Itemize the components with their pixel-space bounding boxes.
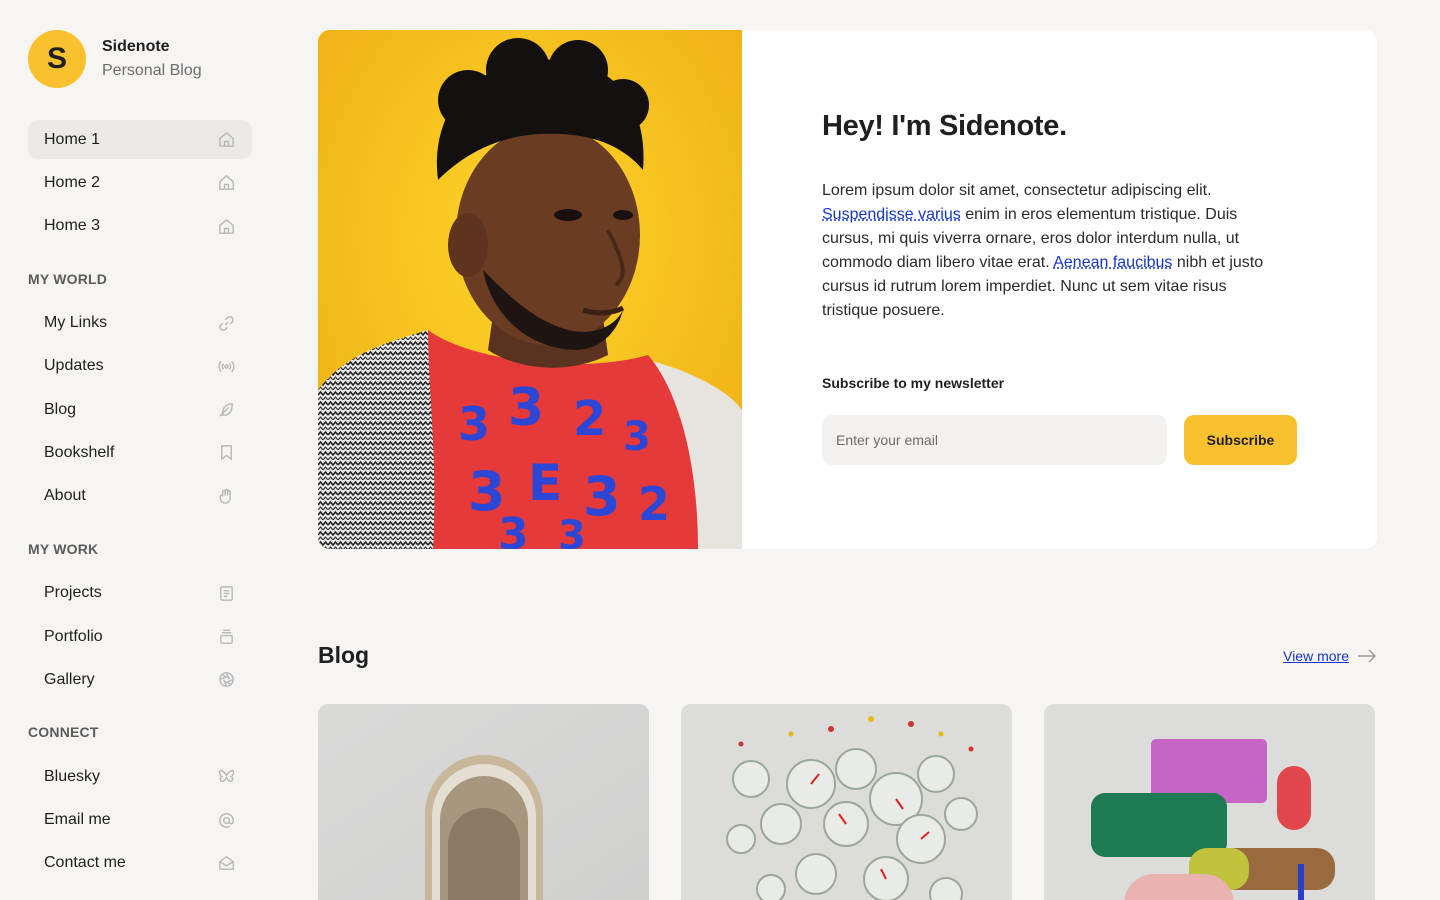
sidebar-item-email-me[interactable]: Email me bbox=[28, 801, 252, 840]
sidebar-item-bluesky[interactable]: Bluesky bbox=[28, 757, 252, 796]
brand-name: Sidenote bbox=[102, 38, 170, 55]
link-icon bbox=[216, 313, 236, 333]
hero-intro: Lorem ipsum dolor sit amet, consectetur … bbox=[822, 179, 1282, 323]
broadcast-icon bbox=[216, 356, 236, 376]
sidebar-item-updates[interactable]: Updates bbox=[28, 347, 252, 386]
sidebar-nav: Home 1 Home 2 Home 3 MY WORLD My Links U… bbox=[28, 120, 252, 883]
blog-section-title: Blog bbox=[318, 642, 370, 668]
sidebar-item-label: Home 2 bbox=[44, 173, 101, 191]
sidebar-item-label: Home 3 bbox=[44, 217, 101, 235]
subscribe-button[interactable]: Subscribe bbox=[1184, 415, 1297, 465]
sidebar-item-label: Home 1 bbox=[44, 130, 101, 148]
sidebar-item-home-2[interactable]: Home 2 bbox=[28, 163, 252, 202]
profile-photo: 3 3 2 3 3 E 3 2 3 3 bbox=[318, 30, 742, 549]
sidebar-item-portfolio[interactable]: Portfolio bbox=[28, 617, 252, 656]
hand-wave-icon bbox=[216, 486, 236, 506]
email-field[interactable] bbox=[822, 415, 1167, 465]
sidebar-item-home-1[interactable]: Home 1 bbox=[28, 120, 252, 159]
blog-card-clocks[interactable] bbox=[681, 704, 1012, 900]
sidebar-item-label: Blog bbox=[44, 400, 77, 418]
home-icon bbox=[216, 173, 236, 193]
aenean-faucibus-link[interactable]: Aenean faucibus bbox=[1053, 254, 1172, 271]
svg-text:3: 3 bbox=[508, 378, 544, 438]
view-more-link[interactable]: View more bbox=[1283, 648, 1377, 664]
svg-text:3: 3 bbox=[498, 509, 529, 549]
avatar: S bbox=[28, 30, 86, 88]
hero-title: Hey! I'm Sidenote. bbox=[822, 110, 1067, 142]
blog-cards bbox=[318, 704, 1375, 900]
svg-text:E: E bbox=[528, 454, 562, 512]
hero-text: Lorem ipsum dolor sit amet, consectetur … bbox=[822, 182, 1212, 199]
nav-heading-my-world: MY WORLD bbox=[28, 270, 108, 287]
hero-content: Hey! I'm Sidenote. Lorem ipsum dolor sit… bbox=[742, 30, 1377, 549]
view-more-label: View more bbox=[1283, 647, 1349, 664]
sidebar-item-label: My Links bbox=[44, 314, 108, 332]
aperture-icon bbox=[216, 670, 236, 690]
at-icon bbox=[216, 810, 236, 830]
sidebar-item-label: Updates bbox=[44, 357, 104, 375]
blog-card-shapes[interactable] bbox=[1044, 704, 1375, 900]
stack-icon bbox=[216, 627, 236, 647]
svg-text:2: 2 bbox=[638, 477, 670, 531]
sidebar-item-home-3[interactable]: Home 3 bbox=[28, 207, 252, 246]
blog-card-image bbox=[318, 704, 649, 900]
brand[interactable]: S Sidenote Personal Blog bbox=[28, 30, 252, 88]
envelope-open-icon bbox=[216, 853, 236, 873]
blog-section-header: Blog View more bbox=[318, 642, 1377, 669]
home-icon bbox=[216, 130, 236, 150]
sidebar-item-projects[interactable]: Projects bbox=[28, 574, 252, 613]
svg-text:3: 3 bbox=[558, 513, 586, 549]
sidebar-item-label: Email me bbox=[44, 811, 111, 829]
sidebar-item-my-links[interactable]: My Links bbox=[28, 304, 252, 343]
sidebar-item-label: Bookshelf bbox=[44, 443, 115, 461]
blog-card-image bbox=[1044, 704, 1375, 900]
svg-text:3: 3 bbox=[623, 414, 651, 460]
sidebar: S Sidenote Personal Blog Home 1 Home 2 H… bbox=[0, 0, 280, 900]
sidebar-item-label: About bbox=[44, 487, 86, 505]
home-icon bbox=[216, 216, 236, 236]
sidebar-item-bookshelf[interactable]: Bookshelf bbox=[28, 433, 252, 472]
nav-heading-my-work: MY WORK bbox=[28, 540, 99, 557]
sidebar-item-label: Portfolio bbox=[44, 627, 103, 645]
sidebar-item-gallery[interactable]: Gallery bbox=[28, 660, 252, 699]
arrow-right-icon bbox=[1358, 649, 1376, 662]
hero-card: 3 3 2 3 3 E 3 2 3 3 Hey! I'm Sidenote. L… bbox=[318, 30, 1377, 549]
suspendisse-varius-link[interactable]: Suspendisse varius bbox=[822, 206, 961, 223]
blog-card-arch[interactable] bbox=[318, 704, 649, 900]
blog-card-image bbox=[681, 704, 1012, 900]
brand-subtitle: Personal Blog bbox=[102, 62, 202, 79]
sidebar-item-label: Gallery bbox=[44, 670, 95, 688]
newsletter-label: Subscribe to my newsletter bbox=[822, 375, 1005, 391]
svg-text:3: 3 bbox=[583, 465, 621, 528]
sidebar-item-about[interactable]: About bbox=[28, 477, 252, 516]
svg-text:2: 2 bbox=[573, 391, 606, 447]
butterfly-icon bbox=[216, 767, 236, 787]
sidebar-item-label: Bluesky bbox=[44, 767, 101, 785]
sidebar-item-blog[interactable]: Blog bbox=[28, 390, 252, 429]
nav-heading-connect: CONNECT bbox=[28, 724, 99, 741]
newsletter-form: Subscribe bbox=[822, 415, 1297, 465]
feather-icon bbox=[216, 400, 236, 420]
document-icon bbox=[216, 583, 236, 603]
sidebar-item-label: Projects bbox=[44, 584, 102, 602]
svg-text:3: 3 bbox=[458, 397, 490, 451]
bookmark-icon bbox=[216, 443, 236, 463]
sidebar-item-label: Contact me bbox=[44, 854, 126, 872]
sidebar-item-contact-me[interactable]: Contact me bbox=[28, 844, 252, 883]
